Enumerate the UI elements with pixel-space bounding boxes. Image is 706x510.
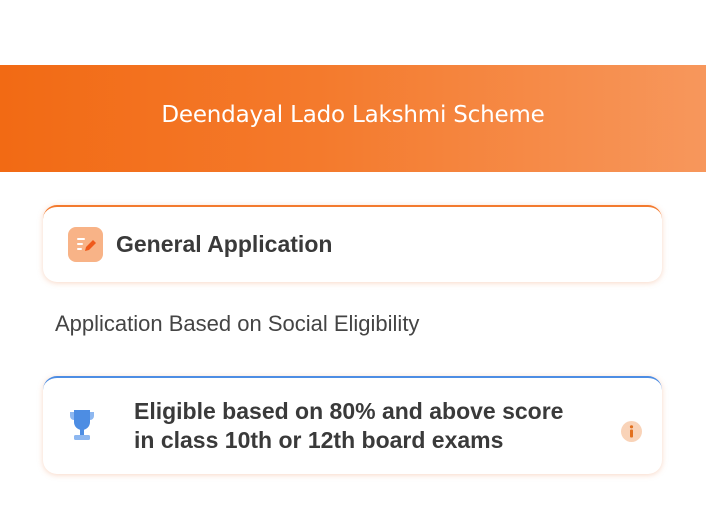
general-application-label: General Application	[116, 231, 333, 257]
eligibility-subtitle: Application Based on Social Eligibility	[55, 311, 420, 336]
eligibility-description: Eligible based on 80% and above score in…	[134, 397, 604, 455]
scheme-title: Deendayal Lado Lakshmi Scheme	[161, 101, 545, 128]
scheme-header: Deendayal Lado Lakshmi Scheme	[0, 65, 706, 172]
trophy-icon	[66, 408, 98, 444]
info-icon[interactable]	[621, 421, 642, 442]
eligibility-line-1: Eligible based on 80% and above score	[134, 398, 564, 424]
edit-document-icon	[68, 227, 103, 262]
eligibility-criteria-card: Eligible based on 80% and above score in…	[43, 376, 662, 474]
eligibility-line-2: in class 10th or 12th board exams	[134, 427, 504, 453]
general-application-card[interactable]: General Application	[43, 205, 662, 282]
scheme-detail-screen: Deendayal Lado Lakshmi Scheme General Ap…	[0, 0, 706, 510]
